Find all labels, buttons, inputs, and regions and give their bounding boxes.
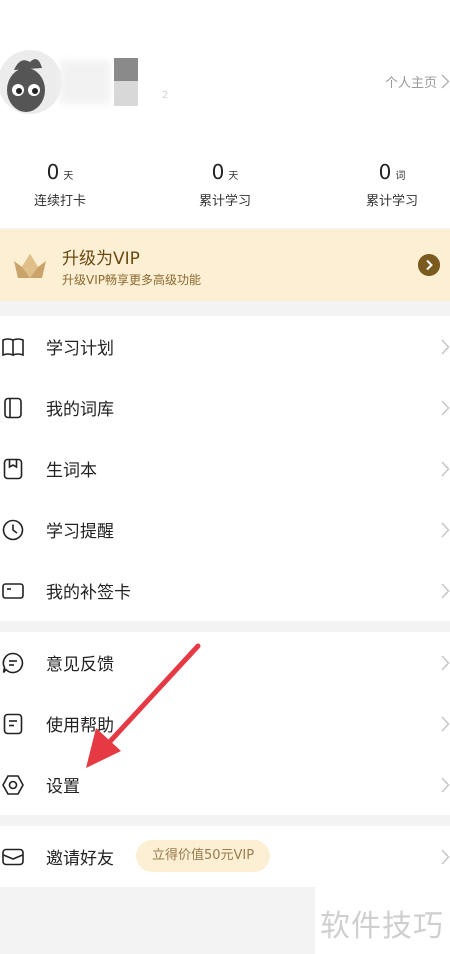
menu-group-study: 学习计划 我的词库 生词本 学习提醒 我的补签卡 — [0, 316, 450, 621]
chevron-right-icon — [441, 400, 450, 415]
menu-label: 我的词库 — [46, 400, 114, 420]
book-icon — [2, 337, 24, 356]
menu-label: 设置 — [46, 777, 80, 797]
menu-label: 学习计划 — [46, 339, 114, 359]
invite-reward-badge: 立得价值50元VIP — [136, 840, 271, 872]
avatar[interactable] — [0, 48, 64, 116]
chevron-right-icon — [441, 777, 450, 792]
card-icon — [2, 582, 24, 599]
menu-label: 邀请好友 — [46, 849, 114, 869]
stat-label: 连续打卡 — [33, 194, 86, 209]
chevron-right-icon — [441, 461, 450, 476]
stat-value: 0 — [46, 160, 60, 184]
menu-item-vocab-book[interactable]: 生词本 — [0, 438, 450, 499]
stat-study-days[interactable]: 0天 累计学习 — [165, 160, 285, 209]
vip-upgrade-banner[interactable]: 升级为VIP 升级VIP畅享更多高级功能 — [0, 229, 450, 301]
envelope-icon — [2, 848, 24, 865]
chevron-right-icon — [441, 716, 450, 731]
user-id-text: 2 — [162, 90, 169, 101]
menu-label: 我的补签卡 — [46, 583, 131, 603]
menu-label: 使用帮助 — [46, 716, 114, 736]
chat-icon — [2, 652, 24, 673]
watermark: 软件技巧 — [315, 887, 450, 954]
stat-unit: 天 — [228, 171, 239, 182]
settings-icon — [2, 774, 24, 795]
menu-item-word-bank[interactable]: 我的词库 — [0, 377, 450, 438]
nickname-blurred-block — [114, 58, 138, 106]
menu-label: 意见反馈 — [46, 655, 114, 675]
stat-label: 累计学习 — [365, 194, 418, 209]
chevron-right-icon — [441, 655, 450, 670]
profile-home-label: 个人主页 — [384, 76, 437, 91]
menu-item-invite-friends[interactable]: 邀请好友 立得价值50元VIP — [0, 826, 450, 887]
wordbank-icon — [4, 397, 22, 418]
menu-item-makeup-card[interactable]: 我的补签卡 — [0, 560, 450, 621]
watermark-text: 软件技巧 — [320, 909, 444, 944]
menu-item-study-plan[interactable]: 学习计划 — [0, 316, 450, 377]
chevron-right-icon — [441, 339, 450, 354]
bookmark-icon — [3, 458, 23, 479]
help-doc-icon — [3, 713, 23, 734]
menu-label: 学习提醒 — [46, 522, 114, 542]
menu-item-help[interactable]: 使用帮助 — [0, 693, 450, 754]
menu-item-feedback[interactable]: 意见反馈 — [0, 632, 450, 693]
stat-streak[interactable]: 0天 连续打卡 — [0, 160, 120, 209]
chevron-right-icon — [441, 849, 450, 864]
chevron-right-icon — [441, 522, 450, 537]
stats-row: 0天 连续打卡 0天 累计学习 0词 累计学习 — [0, 160, 450, 220]
menu-label: 生词本 — [46, 461, 97, 481]
menu-group-support: 意见反馈 使用帮助 设置 — [0, 632, 450, 815]
menu-item-settings[interactable]: 设置 — [0, 754, 450, 815]
profile-home-link[interactable]: 个人主页 — [385, 72, 450, 91]
stat-unit: 天 — [63, 171, 74, 182]
clock-icon — [2, 519, 24, 540]
stat-value: 0 — [378, 160, 392, 184]
menu-item-study-reminder[interactable]: 学习提醒 — [0, 499, 450, 560]
menu-group-invite: 邀请好友 立得价值50元VIP — [0, 826, 450, 887]
vip-subtitle: 升级VIP畅享更多高级功能 — [62, 273, 201, 287]
stat-value: 0 — [211, 160, 225, 184]
chevron-right-icon — [441, 583, 450, 598]
chevron-right-icon — [441, 74, 450, 89]
profile-header: 2 个人主页 0天 连续打卡 0天 累计学习 0词 累计学习 — [0, 0, 450, 228]
stat-label: 累计学习 — [198, 194, 251, 209]
stat-unit: 词 — [395, 171, 406, 182]
vip-title: 升级为VIP — [62, 249, 140, 269]
stat-study-words[interactable]: 0词 累计学习 — [332, 160, 450, 209]
crown-icon — [14, 254, 46, 278]
vip-go-icon[interactable] — [418, 254, 440, 276]
nickname-blurred — [60, 60, 110, 104]
